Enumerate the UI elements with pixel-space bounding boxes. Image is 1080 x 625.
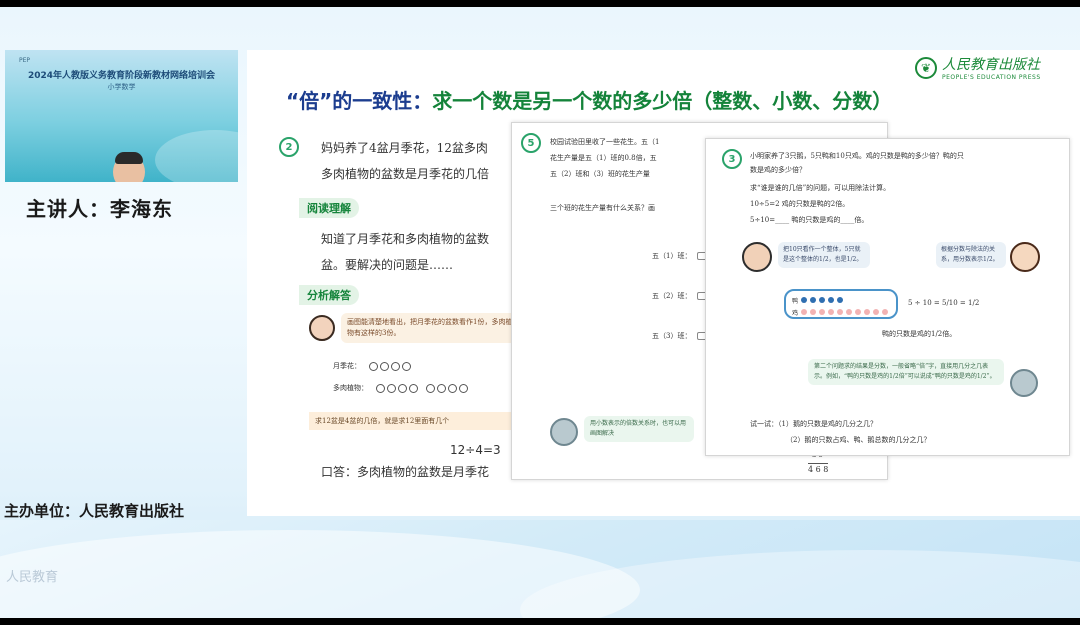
exercise-text: （2）鹅的只数占鸡、鸭、鹅总数的几分之几？ (786, 436, 931, 444)
diagram-row: 多肉植物： (333, 383, 468, 393)
question-number: 3 (722, 149, 742, 169)
speech-bubble: 画图能清楚地看出，把月季花的盆数看作1份，多肉植物有这样的3份。 (341, 313, 521, 343)
circles-icon (426, 383, 468, 393)
girl-avatar-icon (1010, 242, 1040, 272)
top-letterbox (0, 0, 1080, 7)
diagram-row: 月季花： (333, 361, 411, 371)
equation: 5÷10=____ 鸭的只数是鸡的____倍。 (750, 216, 869, 224)
speech-bubble: 第二个问题求的结果是分数，一般省略“倍”字，直接用几分之几表示。例如，“鸭的只数… (808, 359, 1004, 385)
question-text: 校园试验田里收了一些花生。五（1 (550, 138, 660, 146)
boy-avatar-icon (742, 242, 772, 272)
circles-icon (369, 361, 411, 371)
fraction-equation: 5 ÷ 10 = 5/10 = 1/2 (908, 299, 980, 307)
row-label: 月季花： (333, 362, 361, 370)
note-bar: 求12盆是4盆的几倍，就是求12里面有几个 (309, 412, 519, 430)
bar-label: 五（2）班： (652, 292, 692, 300)
robot-icon (1010, 369, 1038, 397)
publisher-name-en: PEOPLE'S EDUCATION PRESS (942, 74, 1041, 81)
answer-text: 口答：多肉植物的盆数是月季花 (321, 465, 490, 479)
question-text: 妈妈养了4盆月季花，12盆多肉 (321, 141, 488, 155)
question-text: 花生产量是五（1）班的0.8倍，五 (550, 154, 657, 162)
question-text: 三个班的花生产量有什么关系？画 (550, 204, 655, 212)
section-heading: 阅读理解 (299, 198, 359, 218)
presenter-head (113, 152, 145, 182)
video-title: 2024年人教版义务教育阶段新教材网络培训会 (27, 71, 216, 81)
robot-icon (550, 418, 578, 446)
question-text: 小明家养了3只鹅，5只鸭和10只鸡。鸡的只数是鸭的多少倍？鸭的只 (750, 152, 964, 160)
speech-bubble: 根据分数与除法的关系，用分数表示1/2。 (936, 242, 1006, 268)
circles-icon (376, 383, 418, 393)
question-number: 2 (279, 137, 299, 157)
organizer-name: 主办单位：人民教育出版社 (4, 502, 185, 520)
row-label: 多肉植物： (333, 384, 368, 392)
exercise-text: 试一试：（1）鹅的只数是鸡的几分之几？ (750, 420, 877, 428)
video-bg-wave (155, 130, 238, 182)
video-logo: PEP (19, 57, 31, 64)
bar-label: 五（1）班： (652, 252, 692, 260)
dots-label: 鸡 (792, 309, 799, 317)
dots-label: 鸭 (792, 297, 799, 305)
slide-title-part1: “倍”的一致性： (286, 89, 433, 113)
speaker-name: 主讲人：李海东 (26, 197, 173, 221)
slide-title: “倍”的一致性：求一个数是另一个数的多少倍（整数、小数、分数） (286, 85, 892, 114)
publisher-logo: ❦ 人民教育出版社 PEOPLE'S EDUCATION PRESS (915, 54, 1041, 81)
paragraph: 知道了月季花和多肉植物的盆数 (321, 232, 490, 246)
slide: ❦ 人民教育出版社 PEOPLE'S EDUCATION PRESS “倍”的一… (247, 50, 1080, 516)
question-text: 数是鸡的多少倍？ (750, 166, 806, 174)
equation: 12÷4=3 (450, 443, 501, 457)
question-text: 多肉植物的盆数是月季花的几倍 (321, 167, 490, 181)
publisher-name-cn: 人民教育出版社 (942, 57, 1040, 73)
girl-avatar-icon (309, 315, 335, 341)
speech-bubble: 把10只看作一个整体，5只就是这个整体的1/2，也是1/2。 (778, 242, 870, 268)
hint-row: 画图能清楚地看出，把月季花的盆数看作1份，多肉植物有这样的3份。 (309, 313, 521, 343)
paragraph: 盆。要解决的问题是…… (321, 258, 454, 272)
textbook-page-3: 3 小明家养了3只鹅，5只鸭和10只鸡。鸡的只数是鸭的多少倍？鸭的只 数是鸡的多… (705, 138, 1070, 456)
result-text: 鸭的只数是鸡的1/2倍。 (882, 330, 957, 338)
equation: 10÷5=2 鸡的只数是鸭的2倍。 (750, 200, 850, 208)
question-text: 五（2）班和（3）班的花生产量 (550, 170, 650, 178)
video-subtitle: 小学数学 (107, 83, 136, 91)
speech-bubble: 用小数表示的倍数关系时，也可以用画图解决 (584, 416, 694, 442)
slide-title-part2: 求一个数是另一个数的多少倍（整数、小数、分数） (432, 89, 893, 113)
pep-leaf-icon: ❦ (915, 56, 937, 79)
speaker-video: PEP 2024年人教版义务教育阶段新教材网络培训会 小学数学 (5, 50, 238, 182)
section-heading: 分析解答 (299, 285, 359, 305)
calc-text: 4 6 8 (808, 463, 829, 474)
watermark: 人民教育 (6, 570, 59, 585)
background-wave (0, 520, 1080, 625)
bar-label: 五（3）班： (652, 332, 692, 340)
bottom-letterbox (0, 618, 1080, 625)
question-text: 求“谁是谁的几倍”的问题，可以用除法计算。 (750, 184, 891, 192)
question-number: 5 (521, 133, 541, 153)
textbook-page-1: 2 妈妈养了4盆月季花，12盆多肉 多肉植物的盆数是月季花的几倍 阅读理解 知道… (275, 130, 525, 490)
dots-diagram: 鸭 鸡 (784, 289, 898, 319)
